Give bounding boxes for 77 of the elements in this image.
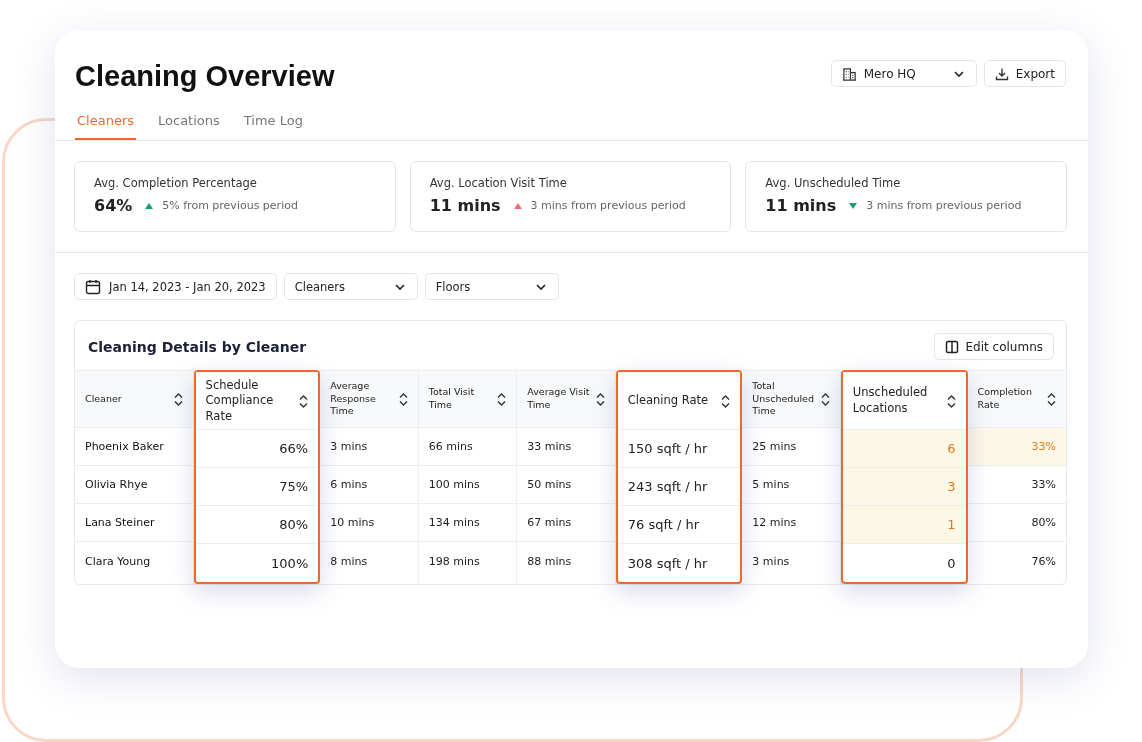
table-cell: 3 mins: [320, 428, 418, 466]
sort-icon[interactable]: [946, 394, 956, 408]
column-header: Schedule Compliance Rate: [205, 377, 275, 425]
table-cell: 33%: [967, 428, 1066, 466]
tab[interactable]: Time Log: [241, 113, 305, 140]
filter-dropdown[interactable]: Floors: [424, 273, 559, 300]
stat-label: Avg. Location Visit Time: [429, 176, 568, 190]
table-cell: 25 mins: [742, 428, 840, 466]
building-icon: [841, 66, 857, 81]
stat-change: 3 mins from previous period: [866, 199, 1022, 212]
table-cell-text: 76%: [1030, 553, 1057, 570]
table-cell: 33%: [967, 466, 1066, 504]
stat-value: 11 mins: [765, 196, 837, 215]
sort-icon[interactable]: [173, 392, 183, 406]
column-header: Completion Rate: [977, 386, 1033, 412]
column-header: Total Unscheduled Time: [752, 379, 815, 419]
column-header: Average Visit Time: [527, 386, 591, 412]
table-cell: 76 sqft / hr: [617, 506, 741, 544]
table-cell-text: 88 mins: [526, 553, 573, 570]
sort-icon[interactable]: [595, 392, 605, 406]
sort-icon[interactable]: [398, 392, 408, 406]
table-cell-text: 3 mins: [751, 553, 791, 570]
table-cell: 33 mins: [517, 428, 615, 466]
stat-change: 3 mins from previous period: [530, 199, 686, 212]
table-cell-text: 100%: [270, 554, 310, 573]
table-cell: 150 sqft / hr: [617, 430, 741, 468]
table-cell: 134 mins: [418, 504, 517, 542]
filter-dropdown[interactable]: Cleaners: [283, 273, 418, 300]
stat-change: 5% from previous period: [162, 199, 298, 212]
edit-columns-button[interactable]: Edit columns: [933, 333, 1054, 360]
tab[interactable]: Locations: [156, 113, 222, 140]
stat-label: Avg. Completion Percentage: [94, 176, 258, 190]
columns-icon: [944, 339, 959, 354]
table-cell: 6 mins: [320, 466, 418, 504]
stat-value: 11 mins: [429, 196, 501, 215]
table-title: Cleaning Details by Cleaner: [88, 338, 307, 355]
sort-icon[interactable]: [497, 392, 507, 406]
table-cell: 6: [842, 430, 966, 468]
table-cell: 12 mins: [742, 504, 840, 542]
table-cell: 75%: [195, 468, 319, 506]
table-cell: 5 mins: [742, 466, 840, 504]
table-cell-text: 308 sqft / hr: [626, 554, 709, 573]
table-cell: 66 mins: [418, 428, 517, 466]
table-cell: 1: [842, 506, 966, 544]
table-cell: Lana Steiner: [75, 504, 193, 542]
table-cell: 80%: [195, 506, 319, 544]
table-cell: 243 sqft / hr: [617, 468, 741, 506]
export-button[interactable]: Export: [983, 60, 1066, 87]
calendar-icon: [85, 278, 101, 295]
stat-label: Avg. Unscheduled Time: [765, 176, 902, 190]
sort-icon[interactable]: [820, 392, 830, 406]
column-header: Total Visit Time: [428, 386, 476, 412]
table-cell: 66%: [195, 430, 319, 468]
table-cell: Phoenix Baker: [75, 428, 193, 466]
stat-value: 64%: [94, 196, 133, 215]
column-header: Unscheduled Locations: [852, 385, 929, 417]
table-cell-text: 0: [946, 554, 957, 573]
table-cell-text: 8 mins: [329, 553, 369, 570]
table-cell: Olivia Rhye: [75, 466, 193, 504]
table-cell: 10 mins: [320, 504, 418, 542]
sort-icon[interactable]: [721, 394, 731, 408]
page-title: Cleaning Overview: [75, 60, 335, 93]
sort-icon[interactable]: [1047, 392, 1056, 406]
site-dropdown[interactable]: Mero HQ: [830, 60, 977, 87]
table-cell: 50 mins: [517, 466, 615, 504]
table-cell: 3: [842, 468, 966, 506]
sort-icon[interactable]: [299, 394, 309, 408]
table-cell: 80%: [967, 504, 1066, 542]
column-header: Cleaning Rate: [627, 393, 709, 409]
table-cell: 67 mins: [517, 504, 615, 542]
table-cell-text: Clara Young: [84, 553, 152, 570]
download-icon: [994, 66, 1009, 81]
column-header: Average Response Time: [330, 379, 377, 419]
date-range-picker[interactable]: Jan 14, 2023 - Jan 20, 2023: [74, 273, 277, 300]
table-cell: 100 mins: [418, 466, 517, 504]
column-header: Cleaner: [85, 392, 122, 406]
table-cell-text: 198 mins: [427, 553, 481, 570]
